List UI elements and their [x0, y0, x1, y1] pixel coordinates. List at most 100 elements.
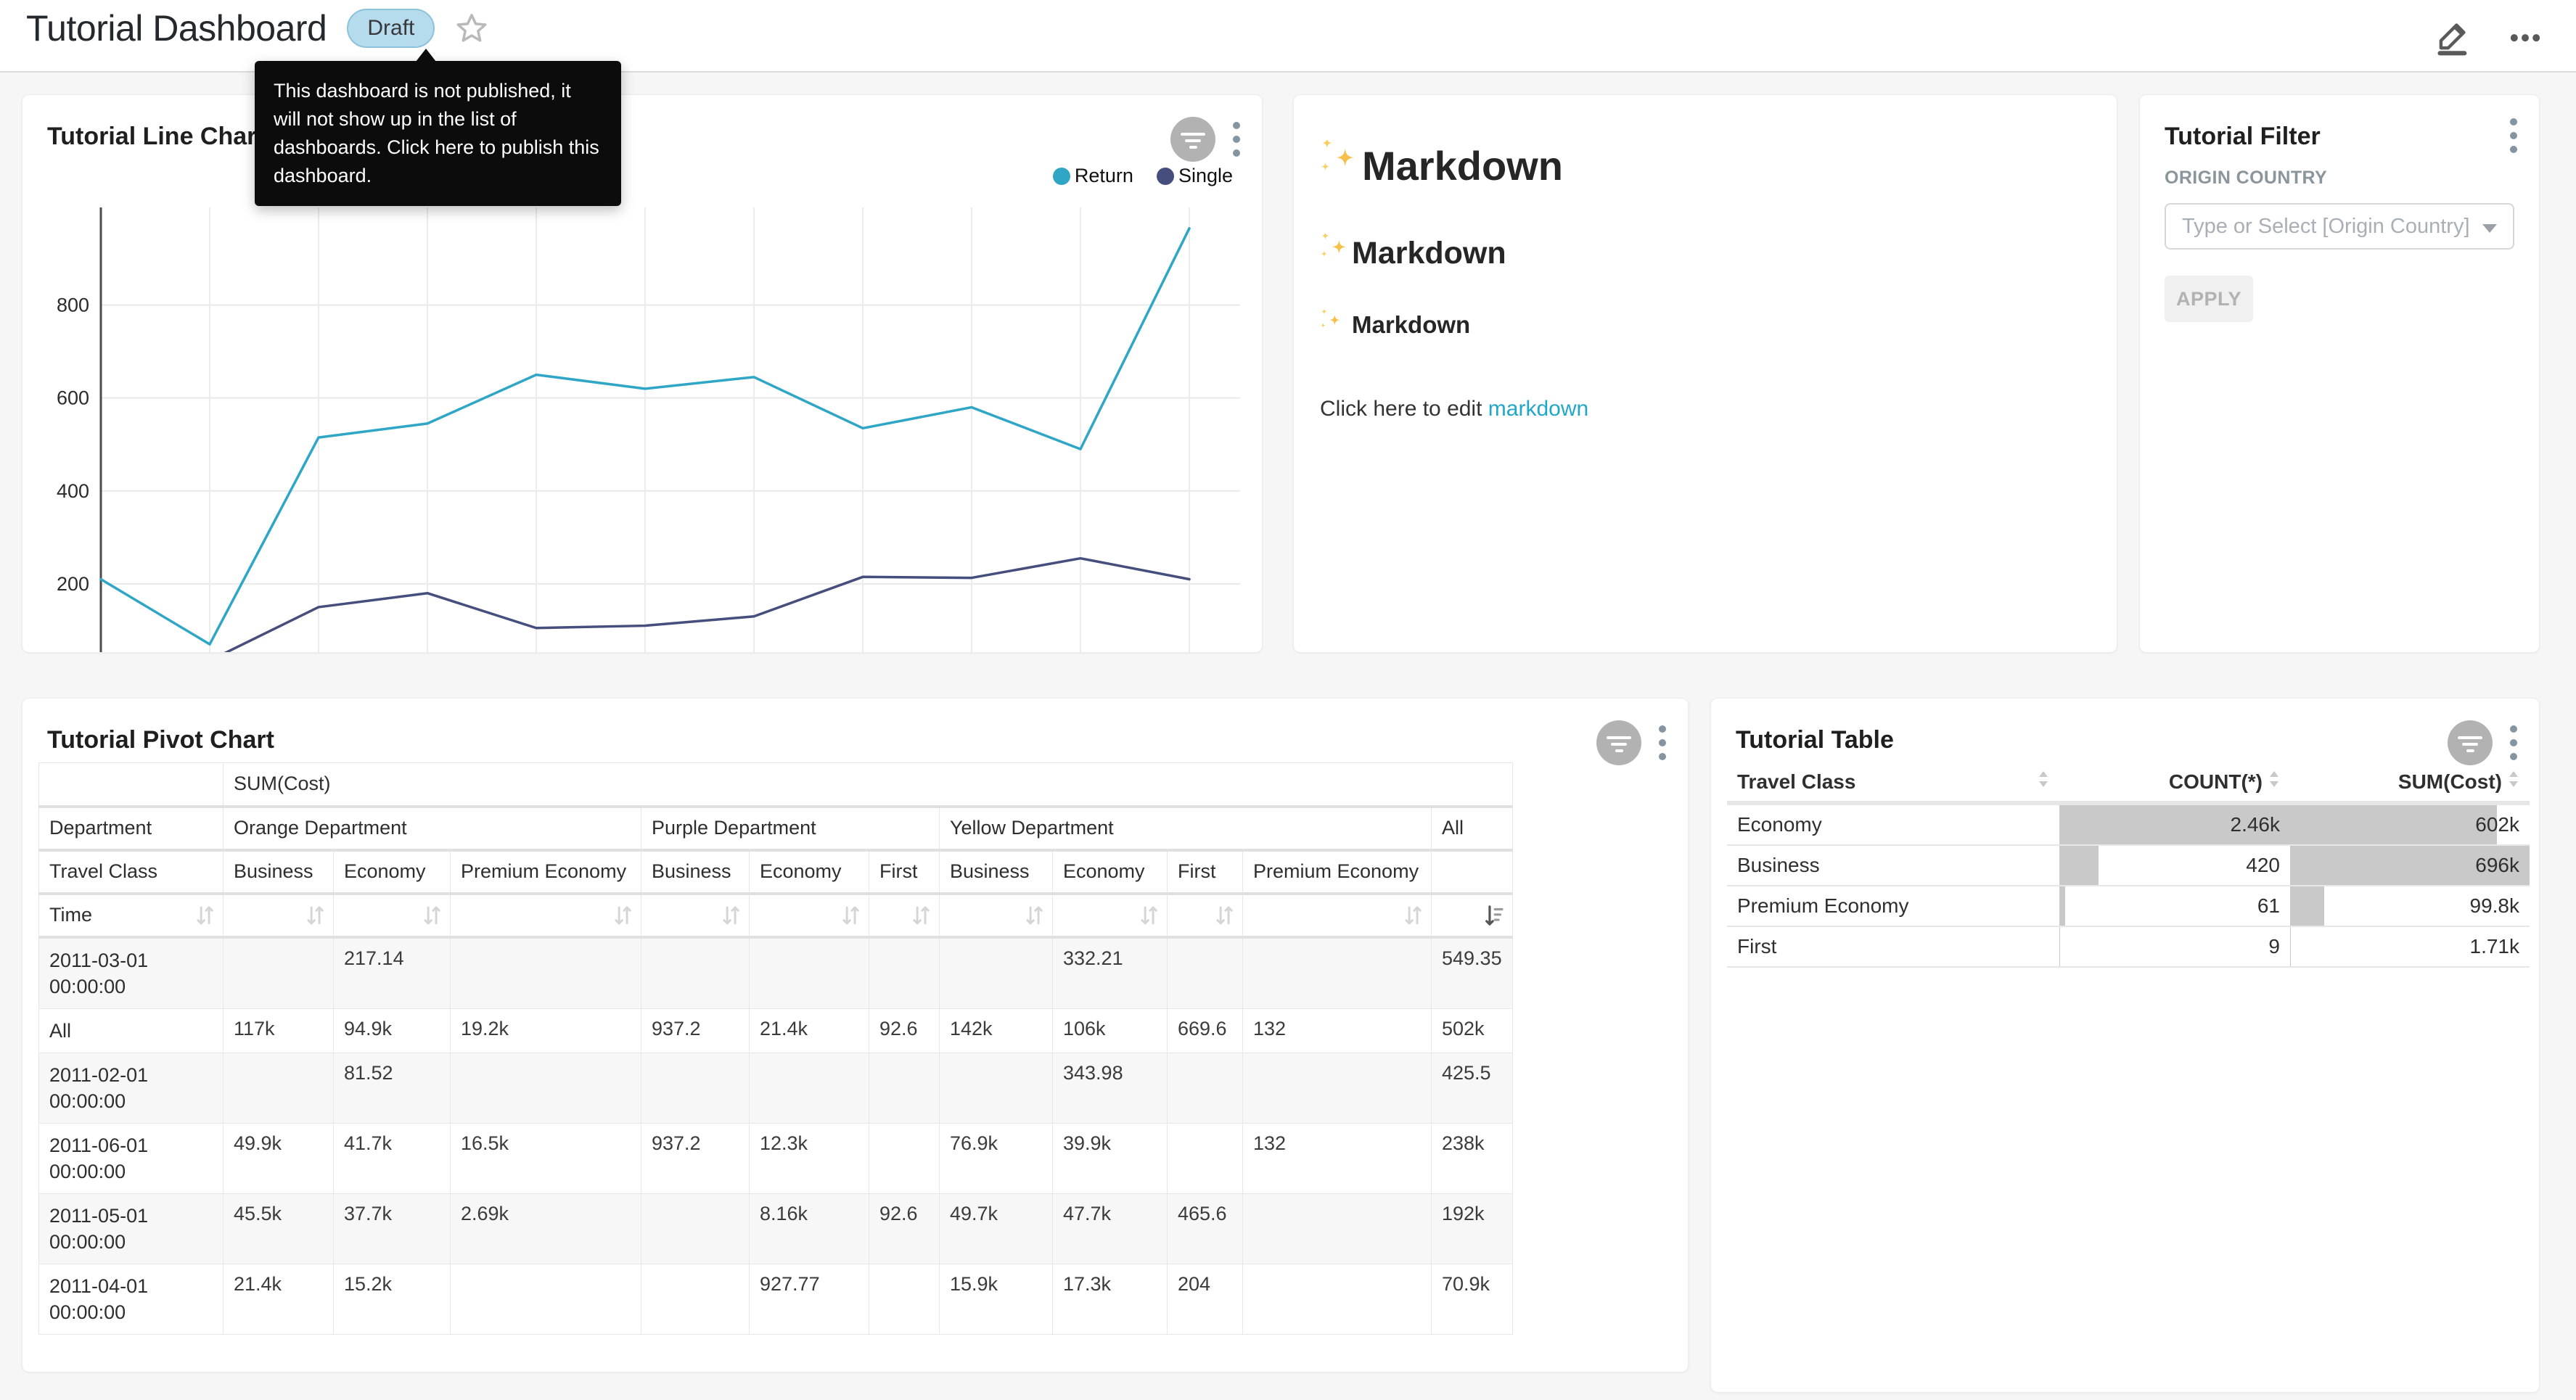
sort-icon[interactable]	[1213, 903, 1235, 928]
pivot-class-header	[1432, 850, 1513, 894]
table-column-header[interactable]: SUM(Cost)	[2290, 762, 2530, 803]
sort-caret-icon[interactable]	[2038, 770, 2049, 794]
sum-cell: 1.71k	[2290, 926, 2530, 967]
pivot-value-cell	[940, 937, 1053, 1009]
pivot-time-header[interactable]: Time	[39, 894, 223, 937]
pivot-sort-header[interactable]	[223, 894, 334, 937]
pivot-time-cell: 2011-03-01 00:00:00	[39, 937, 223, 1009]
svg-text:400: 400	[57, 480, 89, 502]
pivot-sort-header[interactable]	[641, 894, 750, 937]
pivot-value-cell	[451, 1264, 641, 1334]
svg-text:200: 200	[57, 573, 89, 595]
pivot-sort-header[interactable]	[869, 894, 940, 937]
pivot-corner-cell	[39, 763, 223, 807]
sort-icon[interactable]	[720, 903, 742, 928]
svg-text:800: 800	[57, 295, 89, 316]
sort-icon[interactable]	[910, 903, 932, 928]
pivot-value-cell	[750, 937, 869, 1009]
pivot-value-cell: 94.9k	[334, 1008, 451, 1053]
pivot-value-cell	[940, 1053, 1053, 1123]
pivot-row: 2011-06-01 00:00:0049.9k41.7k16.5k937.21…	[39, 1123, 1513, 1193]
count-cell: 61	[2059, 886, 2290, 926]
kebab-menu-icon[interactable]	[2509, 117, 2519, 158]
panel-title: Tutorial Pivot Chart	[47, 726, 274, 754]
pivot-row: 2011-04-01 00:00:0021.4k15.2k927.7715.9k…	[39, 1264, 1513, 1334]
sort-caret-icon[interactable]	[2268, 770, 2280, 794]
table-panel: Tutorial Table Travel Class COUNT(*) SUM…	[1710, 698, 2540, 1393]
sort-icon[interactable]	[840, 903, 861, 928]
legend-item-single[interactable]: Single	[1157, 165, 1233, 187]
pivot-class-header: Business	[940, 850, 1053, 894]
line-chart: 200400600800FebruaryMarchAprilMayJuneJul…	[43, 197, 1240, 653]
sort-desc-icon[interactable]	[1483, 903, 1505, 928]
select-placeholder: Type or Select [Origin Country]	[2182, 215, 2470, 239]
pivot-sort-header[interactable]	[750, 894, 869, 937]
pivot-value-cell	[1243, 1193, 1432, 1264]
origin-country-select[interactable]: Type or Select [Origin Country]	[2165, 203, 2514, 250]
table-row[interactable]: First 9 1.71k	[1727, 926, 2530, 967]
pivot-value-cell: 238k	[1432, 1123, 1513, 1193]
filter-scope-badge-icon[interactable]	[2448, 720, 2493, 769]
kebab-menu-icon[interactable]	[2509, 724, 2519, 765]
pivot-sort-header[interactable]	[1053, 894, 1168, 937]
pivot-sort-header[interactable]	[1432, 894, 1513, 937]
table-row[interactable]: Business 420 696k	[1727, 845, 2530, 886]
table-column-header[interactable]: Travel Class	[1727, 762, 2059, 803]
pivot-value-cell: 669.6	[1168, 1008, 1243, 1053]
sort-caret-icon[interactable]	[2508, 770, 2519, 794]
draft-badge[interactable]: Draft	[347, 9, 435, 48]
pivot-department-label: Department	[39, 807, 223, 850]
pivot-sort-header[interactable]	[451, 894, 641, 937]
table-row[interactable]: Economy 2.46k 602k	[1727, 803, 2530, 845]
value-bar	[2059, 927, 2060, 966]
pivot-class-header: Business	[223, 850, 334, 894]
pivot-value-cell: 45.5k	[223, 1193, 334, 1264]
origin-country-label: ORIGIN COUNTRY	[2165, 168, 2514, 189]
pivot-sort-header[interactable]	[1168, 894, 1243, 937]
pivot-value-cell: 106k	[1053, 1008, 1168, 1053]
pivot-value-cell	[641, 1053, 750, 1123]
pivot-metric-header: SUM(Cost)	[223, 763, 1513, 807]
kebab-menu-icon[interactable]	[1657, 724, 1668, 765]
markdown-panel[interactable]: Markdown Markdown Markdown Click here to…	[1293, 94, 2117, 653]
pivot-value-cell: 39.9k	[1053, 1123, 1168, 1193]
table-column-header[interactable]: COUNT(*)	[2059, 762, 2290, 803]
pivot-value-cell: 142k	[940, 1008, 1053, 1053]
kebab-menu-icon[interactable]	[1231, 120, 1242, 162]
apply-button[interactable]: APPLY	[2165, 276, 2253, 322]
sort-icon[interactable]	[1402, 903, 1424, 928]
column-label: Travel Class	[1737, 770, 1855, 794]
legend-item-return[interactable]: Return	[1053, 165, 1133, 187]
pivot-value-cell: 49.7k	[940, 1193, 1053, 1264]
pivot-time-cell: 2011-04-01 00:00:00	[39, 1264, 223, 1334]
sort-icon[interactable]	[194, 903, 216, 928]
pivot-value-cell	[1243, 1264, 1432, 1334]
pivot-value-cell: 19.2k	[451, 1008, 641, 1053]
table-row[interactable]: Premium Economy 61 99.8k	[1727, 886, 2530, 926]
pivot-sort-header[interactable]	[334, 894, 451, 937]
legend-dot	[1157, 168, 1174, 185]
pivot-value-cell: 192k	[1432, 1193, 1513, 1264]
svg-text:600: 600	[57, 387, 89, 409]
pivot-row: 2011-03-01 00:00:00217.14332.21549.35	[39, 937, 1513, 1009]
pivot-value-cell: 937.2	[641, 1123, 750, 1193]
favorite-star-icon[interactable]	[455, 12, 488, 45]
sort-icon[interactable]	[1138, 903, 1160, 928]
draft-tooltip: This dashboard is not published, it will…	[255, 61, 621, 206]
pivot-value-cell: 15.2k	[334, 1264, 451, 1334]
pivot-sort-header[interactable]	[940, 894, 1053, 937]
sort-icon[interactable]	[1023, 903, 1045, 928]
pivot-value-cell	[869, 1264, 940, 1334]
sort-icon[interactable]	[612, 903, 633, 928]
sort-icon[interactable]	[304, 903, 326, 928]
filter-scope-badge-icon[interactable]	[1596, 720, 1641, 769]
more-menu-icon[interactable]	[2506, 17, 2544, 59]
edit-pencil-icon[interactable]	[2432, 16, 2473, 60]
pivot-value-cell: 465.6	[1168, 1193, 1243, 1264]
sort-icon[interactable]	[421, 903, 443, 928]
filter-scope-badge-icon[interactable]	[1170, 117, 1215, 165]
markdown-link[interactable]: markdown	[1488, 397, 1588, 421]
legend-dot	[1053, 168, 1070, 185]
pivot-sort-header[interactable]	[1243, 894, 1432, 937]
pivot-value-cell	[223, 1053, 334, 1123]
